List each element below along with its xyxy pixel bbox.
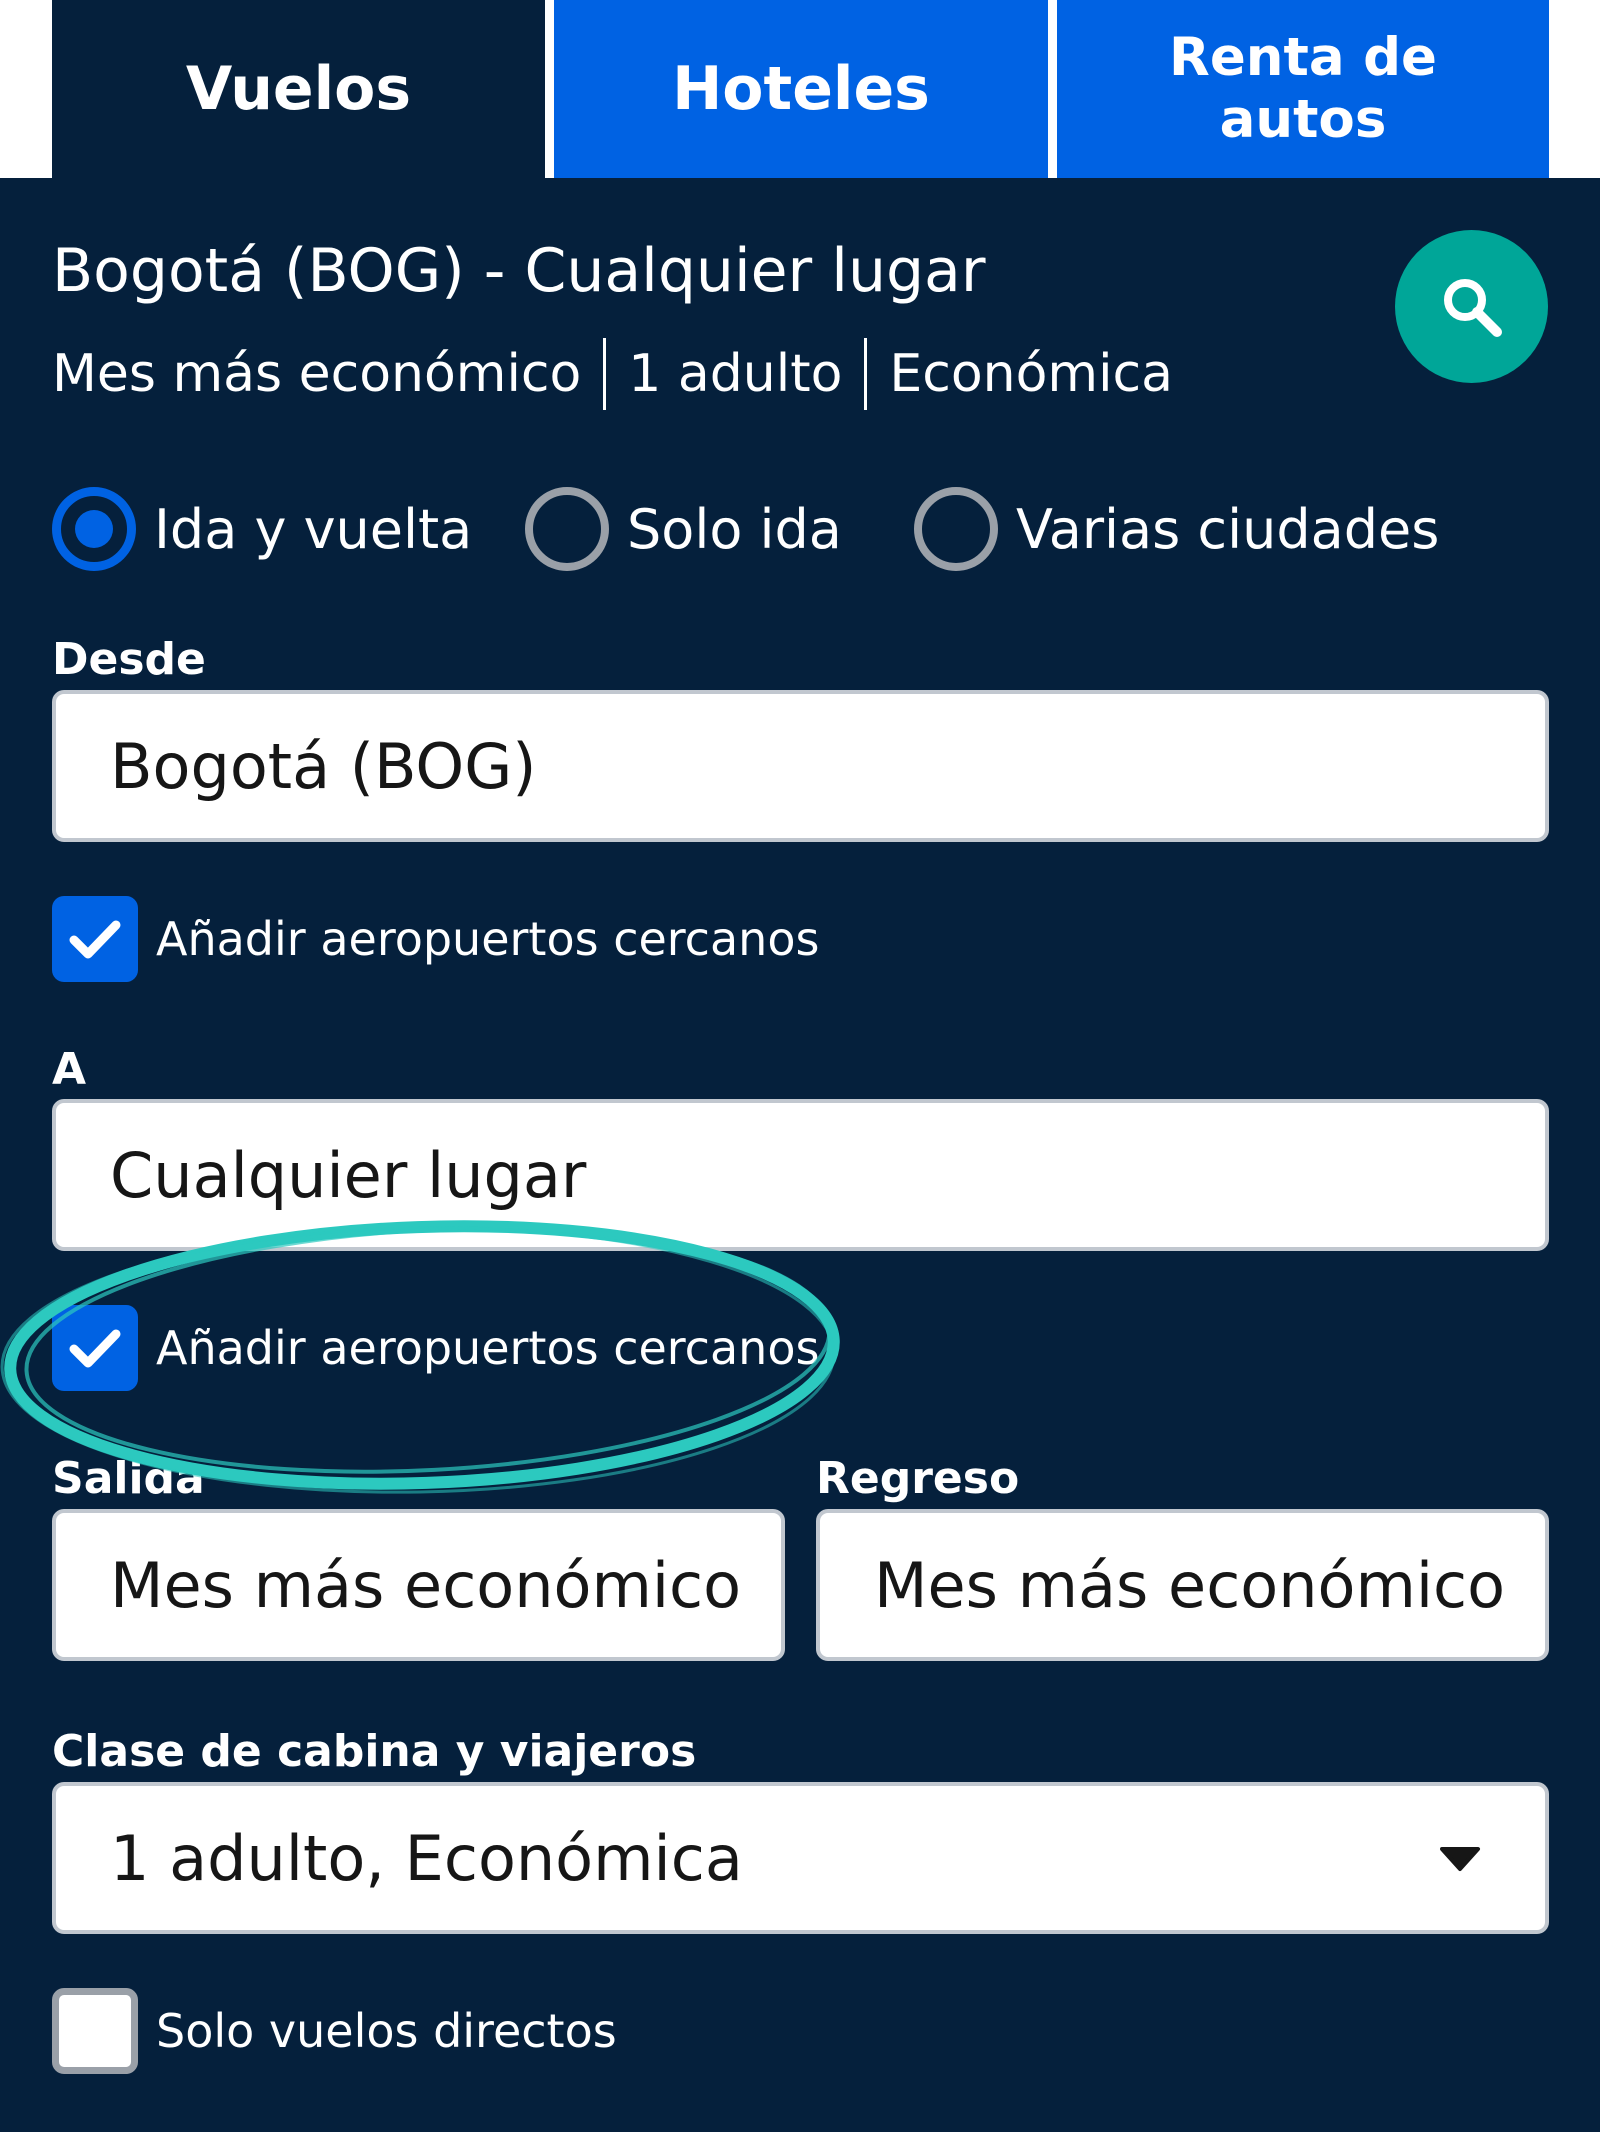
cabin-travelers-label: Clase de cabina y viajeros: [52, 1726, 697, 1777]
from-nearby-airports-label: Añadir aeropuertos cercanos: [156, 912, 820, 966]
checkmark-icon: [69, 920, 121, 959]
checkbox-unchecked-icon: [52, 1988, 138, 2074]
summary-divider: [864, 338, 868, 410]
to-value: Cualquier lugar: [110, 1138, 587, 1212]
direct-flights-checkbox[interactable]: Solo vuelos directos: [52, 1988, 617, 2074]
search-icon: [1443, 278, 1502, 337]
summary-divider: [603, 338, 607, 410]
trip-type-label: Ida y vuelta: [154, 497, 473, 561]
radio-unselected-icon: [914, 487, 998, 571]
checkbox-checked-icon: [52, 1305, 138, 1391]
cabin-travelers-select[interactable]: 1 adulto, Económica: [52, 1782, 1549, 1934]
search-summary-details: Mes más económico 1 adulto Económica: [52, 338, 1173, 410]
checkbox-checked-icon: [52, 896, 138, 982]
tab-car-rental-label: Renta de autos: [1169, 27, 1437, 150]
trip-type-round-trip[interactable]: Ida y vuelta: [52, 487, 472, 571]
tab-hotels-label: Hoteles: [672, 54, 930, 124]
trip-type-multi-city[interactable]: Varias ciudades: [914, 487, 1439, 571]
from-value: Bogotá (BOG): [110, 729, 537, 803]
product-tabs: Vuelos Hoteles Renta de autos: [0, 0, 1600, 178]
return-date-input[interactable]: Mes más económico: [816, 1509, 1549, 1661]
from-nearby-airports-checkbox[interactable]: Añadir aeropuertos cercanos: [52, 896, 819, 982]
summary-cabin: Económica: [889, 344, 1173, 404]
trip-type-one-way[interactable]: Solo ida: [525, 487, 842, 571]
to-nearby-airports-checkbox[interactable]: Añadir aeropuertos cercanos: [52, 1305, 819, 1391]
flight-search-page: Vuelos Hoteles Renta de autos Bogotá (BO…: [0, 0, 1600, 2132]
summary-date: Mes más económico: [52, 344, 582, 404]
from-label: Desde: [52, 634, 206, 685]
to-label: A: [52, 1044, 87, 1095]
radio-selected-icon: [52, 487, 136, 571]
summary-travelers: 1 adulto: [628, 344, 843, 404]
radio-unselected-icon: [525, 487, 609, 571]
checkmark-icon: [69, 1329, 121, 1368]
to-input[interactable]: Cualquier lugar: [52, 1099, 1549, 1251]
from-input[interactable]: Bogotá (BOG): [52, 690, 1549, 842]
return-label: Regreso: [816, 1453, 1020, 1504]
to-nearby-airports-label: Añadir aeropuertos cercanos: [156, 1321, 820, 1375]
return-value: Mes más económico: [874, 1548, 1506, 1622]
tab-flights-label: Vuelos: [185, 54, 412, 124]
chevron-down-icon: [1440, 1847, 1480, 1871]
search-button[interactable]: [1395, 230, 1548, 383]
direct-flights-label: Solo vuelos directos: [156, 2004, 617, 2058]
tab-car-rental[interactable]: Renta de autos: [1057, 0, 1549, 178]
search-summary-route: Bogotá (BOG) - Cualquier lugar: [52, 236, 986, 306]
trip-type-label: Solo ida: [627, 497, 842, 561]
depart-label: Salida: [52, 1453, 205, 1504]
cabin-travelers-value: 1 adulto, Económica: [110, 1821, 743, 1895]
depart-value: Mes más económico: [110, 1548, 742, 1622]
tab-hotels[interactable]: Hoteles: [554, 0, 1048, 178]
trip-type-group: Ida y vuelta Solo ida Varias ciudades: [52, 487, 1552, 571]
trip-type-label: Varias ciudades: [1016, 497, 1440, 561]
tab-flights[interactable]: Vuelos: [52, 0, 545, 178]
depart-date-input[interactable]: Mes más económico: [52, 1509, 785, 1661]
